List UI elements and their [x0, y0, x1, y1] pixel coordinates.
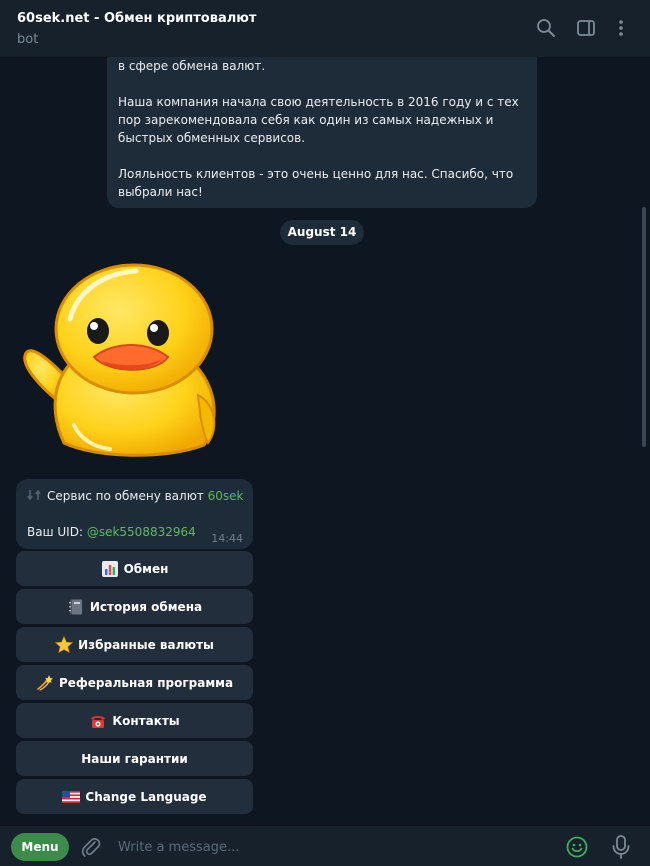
keyboard-button-contacts[interactable]: Контакты: [16, 703, 253, 738]
star-icon: [55, 635, 74, 654]
keyboard-button-label: Наши гарантии: [81, 751, 188, 766]
message-text: Наша компания начала свою деятельность в…: [118, 95, 519, 145]
scrollbar[interactable]: [642, 207, 646, 447]
keyboard-button-label: Избранные валюты: [78, 637, 214, 652]
date-separator: August 14: [280, 220, 364, 245]
message-text: Лояльность клиентов - это очень ценно дл…: [118, 167, 514, 199]
more-vertical-icon[interactable]: [611, 18, 631, 38]
chat-area[interactable]: в сфере обмена валют. Наша компания нача…: [0, 57, 650, 826]
keyboard-button-label: История обмена: [89, 599, 203, 614]
search-icon[interactable]: [536, 18, 556, 38]
keyboard-button-referral[interactable]: Реферальная программа: [16, 665, 253, 700]
microphone-icon[interactable]: [610, 834, 632, 860]
menu-button[interactable]: Menu: [11, 833, 69, 861]
emoji-icon[interactable]: [566, 836, 588, 858]
keyboard-button-favorites[interactable]: Избранные валюты: [16, 627, 253, 662]
chat-subtitle: bot: [17, 32, 39, 47]
message-input[interactable]: [118, 836, 538, 858]
message-bubble: в сфере обмена валют. Наша компания нача…: [107, 57, 537, 208]
keyboard-button-label: Реферальная программа: [58, 675, 234, 690]
keyboard-button-language[interactable]: Change Language: [16, 779, 253, 814]
keyboard-button-guarantees[interactable]: Наши гарантии: [16, 741, 253, 776]
message-text: Сервис по обмену валют: [47, 489, 204, 503]
uid-label: Ваш UID:: [27, 525, 83, 539]
brand-link[interactable]: 60sek: [208, 489, 244, 503]
keyboard-button-label: Обмен: [123, 561, 169, 576]
message-line: Ваш UID: @sek5508832964: [27, 523, 196, 541]
side-panel-icon[interactable]: [576, 18, 596, 38]
message-line: Сервис по обмену валют 60sek: [27, 487, 243, 505]
chat-header: 60sek.net - Обмен криптовалют bot: [0, 0, 650, 58]
message-time: 14:44: [211, 532, 243, 545]
duck-sticker[interactable]: [18, 255, 228, 465]
chat-title[interactable]: 60sek.net - Обмен криптовалют: [17, 11, 256, 26]
telephone-icon: [89, 712, 107, 730]
exchange-icon: [27, 488, 41, 502]
dizzy-icon: [36, 674, 54, 692]
us-flag-icon: [62, 788, 81, 806]
notebook-icon: [67, 598, 85, 616]
paperclip-icon[interactable]: [80, 836, 102, 858]
message-bubble: Сервис по обмену валют 60sek Ваш UID: @s…: [16, 479, 253, 549]
message-text: в сфере обмена валют.: [118, 59, 266, 73]
keyboard-button-label: Change Language: [85, 789, 207, 804]
uid-link[interactable]: @sek5508832964: [87, 525, 196, 539]
keyboard-button-history[interactable]: История обмена: [16, 589, 253, 624]
message-composer: Menu: [0, 826, 650, 866]
keyboard-button-label: Контакты: [112, 713, 180, 728]
bar-chart-icon: [101, 560, 119, 578]
keyboard-button-exchange[interactable]: Обмен: [16, 551, 253, 586]
